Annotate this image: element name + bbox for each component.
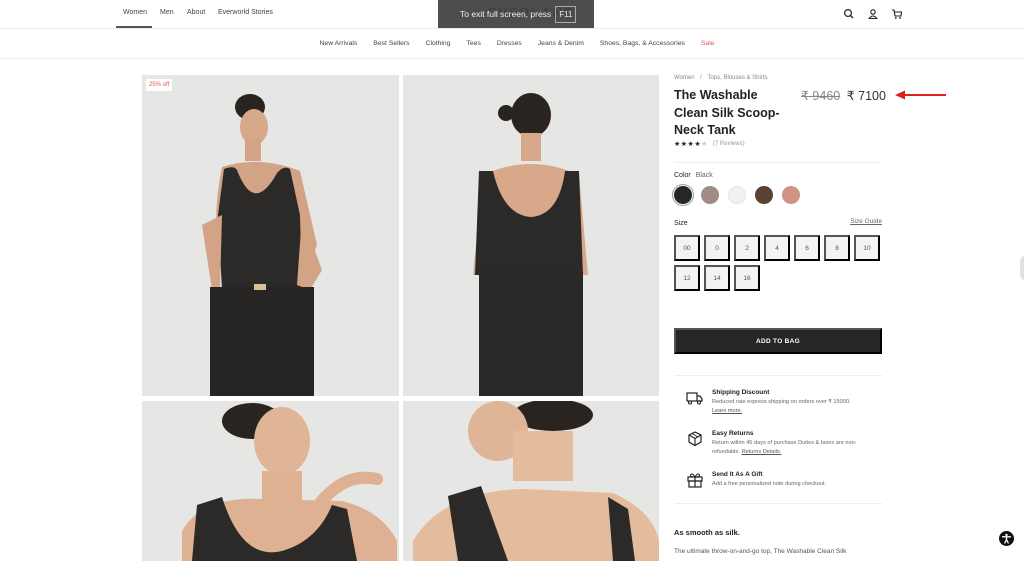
breadcrumb-separator: / bbox=[700, 75, 702, 81]
color-swatches bbox=[674, 186, 800, 204]
color-label-text: Color bbox=[674, 172, 691, 179]
search-icon[interactable] bbox=[843, 7, 855, 19]
nav-about[interactable]: About bbox=[180, 0, 214, 28]
cat-jeans-denim[interactable]: Jeans & Denim bbox=[530, 29, 592, 58]
swatch-black[interactable] bbox=[674, 186, 692, 204]
breadcrumb: Women / Tops, Blouses & Shirts bbox=[674, 75, 882, 81]
size-14[interactable]: 14 bbox=[704, 265, 730, 291]
cat-tees[interactable]: Tees bbox=[458, 29, 488, 58]
breadcrumb-tops[interactable]: Tops, Blouses & Shirts bbox=[707, 75, 767, 81]
perk-title: Shipping Discount bbox=[712, 389, 770, 396]
rating[interactable]: ★★★★★ (7 Reviews) bbox=[674, 140, 745, 148]
size-2[interactable]: 2 bbox=[734, 235, 760, 261]
size-6[interactable]: 6 bbox=[794, 235, 820, 261]
swatch-taupe[interactable] bbox=[701, 186, 719, 204]
fullscreen-toast: EVERLANE To exit full screen, press F11 bbox=[438, 0, 594, 28]
price-original: ₹ 9460 bbox=[801, 89, 841, 103]
perk-desc: Reduced rate express shipping on orders … bbox=[712, 399, 851, 405]
accessibility-icon[interactable] bbox=[999, 531, 1014, 546]
perk-returns: Easy Returns Return within 45 days of pu… bbox=[686, 430, 886, 456]
divider bbox=[674, 162, 882, 163]
carousel-next-button[interactable] bbox=[1020, 255, 1024, 281]
box-icon bbox=[686, 430, 704, 448]
cat-sale[interactable]: Sale bbox=[693, 29, 723, 58]
product-details: Women / Tops, Blouses & Shirts The Washa… bbox=[674, 75, 886, 555]
swatch-ivory[interactable] bbox=[728, 186, 746, 204]
cat-best-sellers[interactable]: Best Sellers bbox=[365, 29, 417, 58]
breadcrumb-women[interactable]: Women bbox=[674, 75, 695, 81]
top-header: Women Men About Everworld Stories EVERLA… bbox=[0, 0, 1024, 29]
size-8[interactable]: 8 bbox=[824, 235, 850, 261]
review-count[interactable]: (7 Reviews) bbox=[713, 141, 745, 147]
product-image-back[interactable] bbox=[403, 75, 659, 396]
swatch-rose[interactable] bbox=[782, 186, 800, 204]
nav-everworld-stories[interactable]: Everworld Stories bbox=[214, 0, 280, 28]
size-16[interactable]: 16 bbox=[734, 265, 760, 291]
gift-icon bbox=[686, 471, 704, 489]
perk-title: Send It As A Gift bbox=[712, 471, 763, 478]
color-selected: Black bbox=[695, 172, 713, 179]
product-description: The ultimate throw-on-and-go top, The Wa… bbox=[674, 548, 847, 555]
discount-badge: 25% off bbox=[146, 79, 173, 91]
perk-desc: Return within 45 days of purchase Duties… bbox=[712, 440, 857, 455]
category-nav: New Arrivals Best Sellers Clothing Tees … bbox=[0, 29, 1024, 59]
perk-desc: Add a free personalized note during chec… bbox=[712, 481, 827, 487]
size-label: Size bbox=[674, 220, 688, 227]
cat-dresses[interactable]: Dresses bbox=[489, 29, 530, 58]
cart-icon[interactable] bbox=[891, 7, 903, 19]
fullscreen-key: F11 bbox=[555, 5, 577, 23]
size-12[interactable]: 12 bbox=[674, 265, 700, 291]
header-icons bbox=[843, 7, 903, 20]
product-title: The Washable Clean Silk Scoop-Neck Tank bbox=[674, 88, 780, 137]
product-tagline: As smooth as silk. bbox=[674, 528, 740, 537]
size-guide-link[interactable]: Size Guide bbox=[850, 218, 882, 225]
product-price: ₹ 9460 ₹ 7100 bbox=[801, 88, 886, 103]
size-0[interactable]: 0 bbox=[704, 235, 730, 261]
divider bbox=[674, 503, 882, 504]
size-00[interactable]: 00 bbox=[674, 235, 700, 261]
primary-nav: Women Men About Everworld Stories bbox=[116, 0, 280, 28]
perk-gift: Send It As A Gift Add a free personalize… bbox=[686, 471, 886, 489]
nav-men[interactable]: Men bbox=[152, 0, 180, 28]
cat-new-arrivals[interactable]: New Arrivals bbox=[312, 29, 366, 58]
size-options: 00 0 2 4 6 8 10 12 14 16 bbox=[674, 235, 884, 291]
product-image-front[interactable]: 25% off bbox=[142, 75, 399, 396]
price-sale: ₹ 7100 bbox=[846, 89, 886, 103]
cat-shoes-bags-accessories[interactable]: Shoes, Bags, & Accessories bbox=[592, 29, 693, 58]
annotation-arrow-icon bbox=[895, 90, 946, 100]
nav-women[interactable]: Women bbox=[116, 0, 152, 28]
perk-shipping: Shipping Discount Reduced rate express s… bbox=[686, 389, 886, 415]
swatch-brown[interactable] bbox=[755, 186, 773, 204]
perk-title: Easy Returns bbox=[712, 430, 754, 437]
account-icon[interactable] bbox=[867, 7, 879, 20]
cat-clothing[interactable]: Clothing bbox=[418, 29, 459, 58]
truck-icon bbox=[686, 389, 704, 407]
product-image-detail-front[interactable] bbox=[142, 401, 399, 561]
divider bbox=[674, 375, 882, 376]
size-4[interactable]: 4 bbox=[764, 235, 790, 261]
add-to-bag-button[interactable]: ADD TO BAG bbox=[674, 328, 882, 354]
color-label: Color Black bbox=[674, 172, 713, 179]
fullscreen-message: To exit full screen, press bbox=[460, 9, 552, 19]
learn-more-link[interactable]: Learn more. bbox=[712, 408, 742, 414]
returns-details-link[interactable]: Returns Details. bbox=[742, 449, 782, 455]
size-10[interactable]: 10 bbox=[854, 235, 880, 261]
product-image-detail-back[interactable] bbox=[403, 401, 659, 561]
star-rating-icon: ★★★★★ bbox=[674, 141, 708, 148]
